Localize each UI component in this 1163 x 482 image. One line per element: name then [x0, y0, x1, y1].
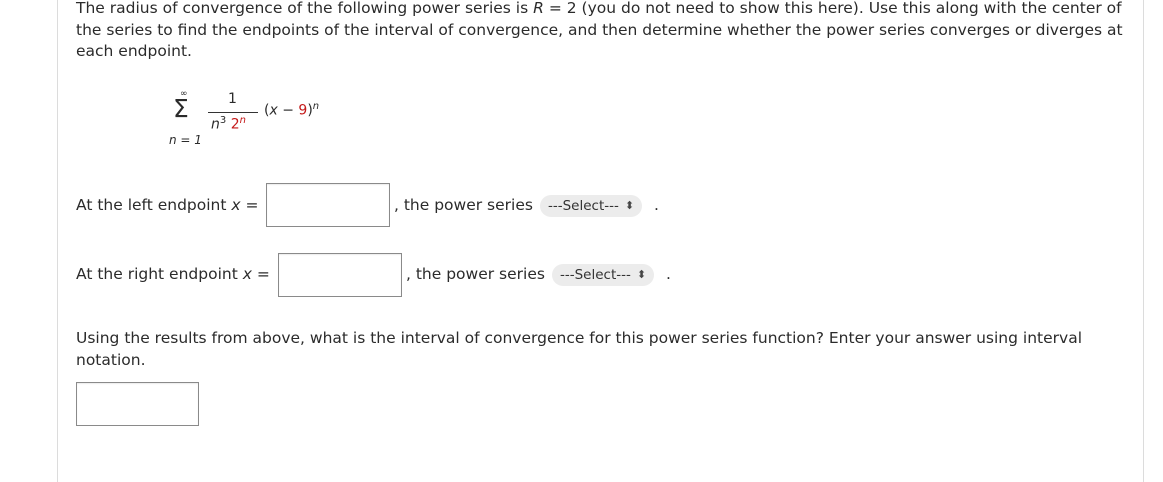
left-row-period: .	[654, 196, 659, 214]
left-endpoint-input[interactable]	[266, 183, 390, 227]
term-base: (x − 9)	[264, 102, 313, 119]
fraction-denominator: n3 2n	[211, 115, 246, 133]
interval-answer-input[interactable]	[76, 382, 199, 426]
right-row-period: .	[666, 265, 671, 283]
left-select-value: ---Select---	[548, 198, 619, 214]
problem-intro: The radius of convergence of the followi…	[76, 0, 1136, 63]
right-power-series-text: , the power series	[406, 265, 545, 283]
right-convergence-select[interactable]: ---Select--- ⬍	[552, 264, 655, 286]
radius-symbol: R	[533, 0, 544, 17]
right-select-value: ---Select---	[560, 267, 631, 283]
updown-chevron-icon: ⬍	[636, 268, 647, 281]
right-endpoint-label: At the right endpoint x =	[76, 265, 270, 283]
content-frame	[57, 0, 1144, 482]
updown-chevron-icon: ⬍	[624, 199, 635, 212]
fraction-numerator: 1	[228, 91, 237, 107]
right-endpoint-input[interactable]	[278, 253, 402, 297]
interval-question: Using the results from above, what is th…	[76, 329, 1082, 369]
sum-lower-limit: n = 1	[169, 133, 202, 147]
left-power-series-text: , the power series	[394, 196, 533, 214]
fraction-bar	[208, 112, 258, 113]
left-endpoint-label: At the left endpoint x =	[76, 196, 259, 214]
sigma-symbol: Σ	[173, 94, 189, 123]
intro-text-start: The radius of convergence of the followi…	[76, 0, 534, 17]
left-convergence-select[interactable]: ---Select--- ⬍	[540, 195, 643, 217]
series-term: (x − 9)n	[264, 101, 320, 119]
